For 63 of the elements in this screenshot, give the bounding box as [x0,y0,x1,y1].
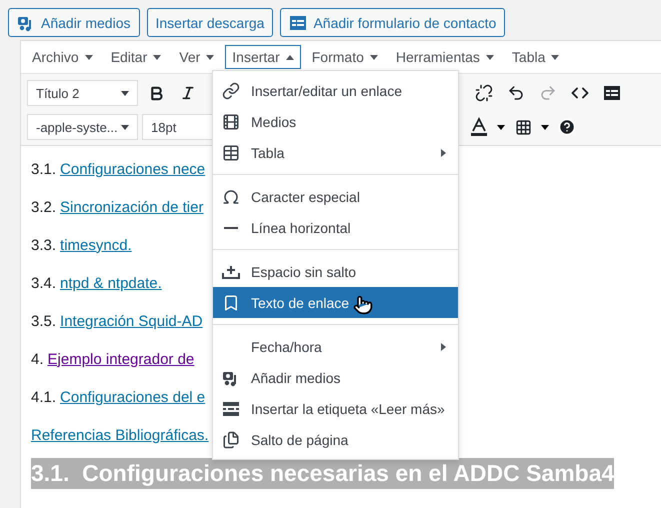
text-color-icon [470,117,488,137]
menu-item[interactable]: Insertar [225,45,301,69]
menu-option[interactable]: Medios [213,106,458,137]
section-number: 3.5. [31,312,56,330]
caret-up-icon [286,54,294,60]
section-number: 3.3. [31,236,56,254]
toc-link[interactable]: Configuraciones del e [60,388,206,406]
toc-link[interactable]: Referencias Bibliográficas. [31,426,209,444]
section-heading: 3.1. Configuraciones necesarias en el ADDC Samba4 [31,458,614,489]
omega-icon [222,188,240,206]
read-more-icon [223,402,239,416]
section-number: 3.2. [31,198,56,216]
font-select[interactable]: -apple-syste... [27,114,138,140]
menu-option[interactable]: Añadir medios [213,362,458,393]
menu-option[interactable]: Caracter especial [213,181,458,212]
pages-icon [222,430,240,448]
redo-icon [539,84,557,102]
table-icon [514,118,532,136]
toc-link[interactable]: Configuraciones nece [60,160,206,178]
toc-link[interactable]: Ejemplo integrador de [48,350,194,368]
menu-option[interactable]: Insertar/editar un enlace [213,75,458,106]
caret-down-icon [370,54,378,60]
caret-down-icon [486,54,494,60]
caret-down-icon [551,54,560,60]
menu-option[interactable]: Línea horizontal [213,212,458,243]
hand-cursor-icon [353,295,373,315]
caret-down-icon [541,124,549,130]
caret-down-icon [121,124,129,130]
toc-link[interactable]: ntpd & ntpdate. [60,274,162,292]
section-number: 4. [31,350,44,368]
section-number: 3.4. [31,274,56,292]
caret-down-icon [121,90,129,96]
section-number: 3.1. [31,160,56,178]
menu-option[interactable]: Fecha/hora [213,331,458,362]
section-number: 4.1. [31,388,56,406]
caret-down-icon [84,54,93,60]
format-select[interactable]: Título 2 [27,80,138,106]
toc-link[interactable]: Sincronización de tier [60,198,204,216]
media-button[interactable]: Insertar descarga [146,8,274,37]
media-button[interactable]: Añadir formulario de contacto [280,8,506,37]
menu-option[interactable]: Salto de página [213,424,458,455]
media-button[interactable]: Añadir medios [8,8,140,37]
toc-link[interactable]: timesyncd. [60,236,132,254]
unlink-icon [475,84,493,102]
form-icon [603,85,621,101]
caret-down-icon [497,124,505,130]
nonbreaking-space-icon [222,264,240,278]
bookmark-icon [222,294,240,312]
film-icon [222,112,240,130]
menu-option[interactable]: Texto de enlace [213,287,458,318]
caret-down-icon [153,54,162,60]
menu-option[interactable]: Insertar la etiqueta «Leer más» [213,393,458,424]
form-icon [289,14,308,30]
horizontal-line-icon [224,226,238,228]
undo-icon [507,84,525,102]
italic-icon [180,85,196,101]
table-icon [222,144,240,162]
menu-option[interactable]: Espacio sin salto [213,256,458,287]
menu-option[interactable]: Tabla [213,137,458,168]
toc-link[interactable]: Integración Squid-AD [60,312,203,330]
link-icon [222,82,240,100]
caret-down-icon [206,54,214,60]
help-icon [558,118,576,136]
